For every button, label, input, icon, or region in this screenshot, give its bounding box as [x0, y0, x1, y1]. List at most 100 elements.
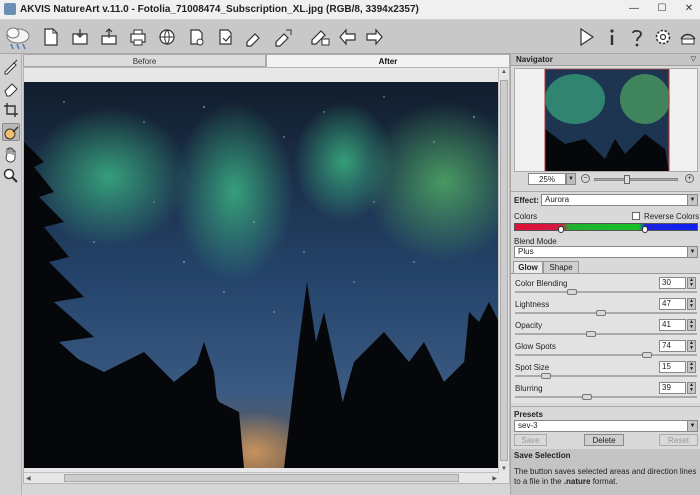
scroll-up-icon[interactable]: ▲: [501, 69, 507, 75]
param-slider-knob[interactable]: [642, 352, 653, 358]
eraser-tool-icon[interactable]: [2, 79, 20, 97]
title-bar: AKVIS NatureArt v.11.0 - Fotolia_7100847…: [0, 0, 700, 20]
param-value-field[interactable]: 41: [659, 319, 686, 331]
param-value-field[interactable]: 74: [659, 340, 686, 352]
reverse-colors-label: Reverse Colors: [644, 212, 700, 221]
hints-panel: Save Selection The button saves selected…: [511, 449, 700, 495]
save-icon[interactable]: [69, 26, 91, 48]
blend-mode-select[interactable]: Plus ▼: [514, 246, 698, 258]
export-icon[interactable]: [98, 26, 120, 48]
param-slider[interactable]: [515, 291, 697, 293]
spinner-icon[interactable]: ▲ ▼: [687, 298, 696, 310]
undo-icon[interactable]: [337, 26, 359, 48]
presets-select[interactable]: sev-3 ▼: [514, 420, 698, 432]
brush-settings-icon[interactable]: [309, 26, 331, 48]
scroll-right-icon[interactable]: ▶: [492, 475, 497, 482]
zoom-dropdown-icon[interactable]: ▼: [566, 173, 576, 185]
print-icon[interactable]: [127, 26, 149, 48]
param-label: Blurring: [515, 384, 543, 393]
share-icon[interactable]: [156, 26, 178, 48]
param-value-field[interactable]: 15: [659, 361, 686, 373]
param-value-field[interactable]: 47: [659, 298, 686, 310]
chevron-down-icon[interactable]: ▼: [687, 247, 697, 257]
effect-select[interactable]: Aurora ▼: [541, 194, 698, 206]
navigator-title: Navigator: [516, 55, 553, 64]
help-icon[interactable]: [626, 26, 648, 48]
zoom-controls: 25% ▼ − +: [514, 173, 698, 187]
param-row: Spot Size 15 ▲ ▼: [511, 360, 700, 381]
presets-label: Presets: [514, 410, 543, 419]
close-button[interactable]: ✕: [681, 2, 697, 16]
param-value-field[interactable]: 30: [659, 277, 686, 289]
spinner-icon[interactable]: ▲ ▼: [687, 382, 696, 394]
batch-icon[interactable]: [185, 26, 207, 48]
param-slider[interactable]: [515, 333, 697, 335]
chevron-down-icon[interactable]: ▼: [687, 421, 697, 431]
param-label: Color Blending: [515, 279, 568, 288]
delete-preset-button[interactable]: Delete: [584, 434, 624, 446]
vertical-scroll-thumb[interactable]: [500, 80, 508, 461]
param-row: Blurring 39 ▲ ▼: [511, 381, 700, 402]
zoom-in-icon[interactable]: +: [685, 174, 694, 183]
scroll-left-icon[interactable]: ◀: [26, 475, 31, 482]
param-slider-knob[interactable]: [540, 373, 551, 379]
param-slider[interactable]: [515, 354, 697, 356]
color-stop-handle[interactable]: [642, 226, 648, 233]
direction-tool-icon[interactable]: [2, 57, 20, 75]
save-preset-button[interactable]: Save: [514, 434, 547, 446]
zoom-slider[interactable]: [594, 178, 678, 181]
info-icon[interactable]: [601, 26, 623, 48]
aurora-photo[interactable]: [24, 82, 499, 468]
param-slider-knob[interactable]: [595, 310, 606, 316]
tab-before[interactable]: Before: [23, 54, 266, 67]
reset-preset-button[interactable]: Reset: [659, 434, 698, 446]
open-icon[interactable]: [40, 26, 62, 48]
hand-tool-icon[interactable]: [2, 145, 20, 163]
run-icon[interactable]: [575, 26, 597, 48]
color-gradient-bar[interactable]: [514, 223, 698, 231]
scroll-down-icon[interactable]: ▼: [501, 466, 507, 472]
zoom-field[interactable]: 25%: [528, 173, 566, 185]
hint-text-end: format.: [590, 477, 618, 486]
param-slider[interactable]: [515, 312, 697, 314]
spinner-icon[interactable]: ▲ ▼: [687, 361, 696, 373]
hint-text: The button saves selected areas and dire…: [514, 467, 698, 487]
zoom-tool-icon[interactable]: [2, 167, 20, 185]
colors-label: Colors: [514, 212, 538, 221]
navigator-header: Navigator ▽: [511, 54, 700, 66]
reverse-colors-checkbox[interactable]: [632, 212, 640, 220]
vertical-scrollbar[interactable]: ▲ ▼: [498, 68, 509, 473]
color-stop-handle[interactable]: [558, 226, 564, 233]
zoom-out-icon[interactable]: −: [581, 174, 590, 183]
minimize-button[interactable]: —: [626, 2, 642, 16]
settings-file-icon[interactable]: [214, 26, 236, 48]
zoom-slider-knob[interactable]: [624, 175, 630, 184]
effect-label: Effect:: [514, 196, 539, 205]
load-strokes-icon[interactable]: [243, 26, 265, 48]
selection-brush-icon[interactable]: [2, 123, 20, 141]
news-icon[interactable]: [677, 26, 699, 48]
redo-icon[interactable]: [363, 26, 385, 48]
param-slider-knob[interactable]: [566, 289, 577, 295]
hint-text-format: .nature: [563, 477, 591, 486]
horizontal-scroll-thumb[interactable]: [64, 474, 459, 482]
navigator-preview[interactable]: [514, 68, 698, 172]
param-slider-knob[interactable]: [582, 394, 593, 400]
spinner-icon[interactable]: ▲ ▼: [687, 277, 696, 289]
param-slider-knob[interactable]: [585, 331, 596, 337]
spinner-icon[interactable]: ▲ ▼: [687, 340, 696, 352]
save-strokes-icon[interactable]: [272, 26, 294, 48]
param-value-field[interactable]: 39: [659, 382, 686, 394]
maximize-button[interactable]: ☐: [654, 2, 670, 16]
param-slider[interactable]: [515, 396, 697, 398]
tab-after[interactable]: After: [266, 54, 510, 67]
image-canvas[interactable]: ▲ ▼ ◀ ▶: [23, 67, 510, 484]
divider: [511, 191, 700, 192]
collapse-icon[interactable]: ▽: [691, 55, 696, 63]
akvis-logo-icon: [3, 22, 33, 52]
gear-icon[interactable]: [652, 26, 674, 48]
chevron-down-icon[interactable]: ▼: [687, 195, 697, 205]
horizontal-scrollbar[interactable]: ◀ ▶: [24, 472, 499, 483]
spinner-icon[interactable]: ▲ ▼: [687, 319, 696, 331]
crop-tool-icon[interactable]: [2, 101, 20, 119]
